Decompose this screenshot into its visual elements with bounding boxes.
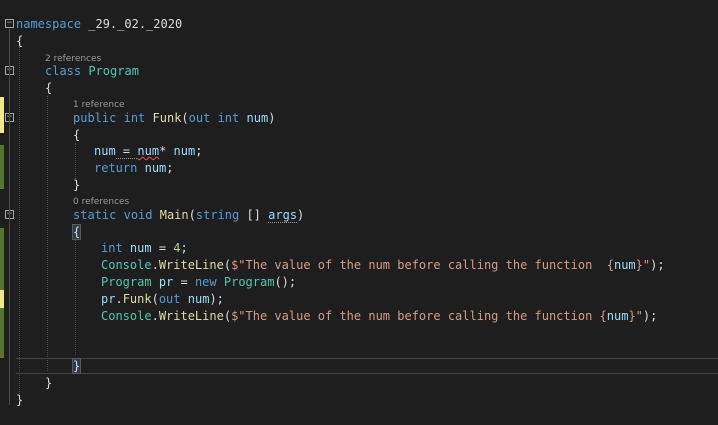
keyword: static [73,208,117,222]
change-indicator-saved [0,228,4,290]
punctuation: ) [297,208,305,222]
matching-brace: } [71,358,82,374]
change-indicator-unsaved [0,290,4,308]
variable: pr [158,275,174,289]
method-name: WriteLine [158,309,224,323]
variable: num [94,144,116,158]
punctuation: ( [151,292,159,306]
code-line-main-signature[interactable]: static void Main(string [] args) [73,207,304,224]
change-indicator-saved [0,145,4,189]
code-line-namespace[interactable]: namespace _29._02._2020 [16,16,182,33]
code-line-brace[interactable]: { [71,224,82,241]
code-line-funk-signature[interactable]: public int Funk(out int num) [73,110,275,127]
keyword: class [45,64,82,78]
code-line-assignment[interactable]: num = num* num; [94,143,202,160]
indent-guide [19,44,20,400]
punctuation: ; [195,144,203,158]
code-line-class[interactable]: class Program [45,63,139,80]
class-name: Console [101,258,152,272]
variable: num [613,258,636,272]
variable: num [606,309,629,323]
punctuation: . [151,258,159,272]
punctuation: ( [188,208,196,222]
punctuation: [] [239,208,269,222]
variable: num [187,292,210,306]
collapse-namespace-icon[interactable]: − [5,19,14,28]
code-line-brace[interactable]: { [16,33,23,50]
code-editor[interactable]: − − − − namespace _29._02._2020 { 2 refe… [0,0,718,425]
punctuation: ); [642,309,658,323]
string-literal: }" [635,258,651,272]
code-line-writeline[interactable]: Console.WriteLine($"The value of the num… [101,308,657,325]
current-line-highlight [16,358,718,374]
punctuation: . [115,292,123,306]
operator: = [115,144,138,159]
indent-guide [47,96,48,371]
method-name: Main [159,208,189,222]
punctuation: (); [274,275,297,289]
change-indicator-unsaved [0,97,4,133]
keyword: public [73,111,117,125]
keyword: new [194,275,217,289]
keyword: namespace [16,17,82,31]
punctuation: ) [268,111,276,125]
variable-error: num [137,144,160,158]
string-literal: $"The value of the num before calling th… [231,309,607,323]
code-line-brace-current[interactable]: } [71,358,82,375]
punctuation: ); [650,258,665,272]
operator: * [159,144,174,158]
parameter: num [246,111,269,125]
keyword: out [188,111,211,125]
number-literal: 4 [173,241,181,255]
variable: num [144,161,167,175]
indent-guide [75,240,76,355]
punctuation: ( [223,258,232,272]
method-name: Funk [152,111,182,125]
code-line-declaration[interactable]: int num = 4; [101,240,188,257]
keyword: string [195,208,240,222]
punctuation: ; [180,241,188,255]
code-line-writeline[interactable]: Console.WriteLine($"The value of the num… [101,257,665,274]
class-name: Program [88,64,139,78]
code-line-new-program[interactable]: Program pr = new Program(); [101,274,296,291]
operator: = [151,241,174,255]
matching-brace: { [71,224,82,240]
punctuation: ( [181,111,189,125]
code-line-brace[interactable]: } [45,375,52,392]
punctuation: . [151,309,159,323]
keyword: int [123,111,146,125]
punctuation: ( [223,309,232,323]
keyword: int [101,241,123,255]
namespace-name: _29._02._2020 [81,17,183,31]
punctuation: ); [209,292,224,306]
keyword: out [158,292,181,306]
variable: num [129,241,152,255]
punctuation: ; [166,161,174,175]
keyword: int [217,111,240,125]
operator: = [173,275,195,289]
code-line-return[interactable]: return num; [94,160,174,177]
method-name: Funk [122,292,152,306]
code-line-brace[interactable]: { [73,127,80,144]
class-name: Program [223,275,275,289]
code-line-brace[interactable]: { [45,80,52,97]
code-line-brace[interactable]: } [16,392,23,409]
keyword: return [94,161,138,175]
fold-line [9,29,10,405]
variable: pr [101,292,116,306]
keyword: void [123,208,153,222]
indent-guide [75,143,76,179]
code-line-funk-call[interactable]: pr.Funk(out num); [101,291,224,308]
class-name: Program [101,275,152,289]
string-literal: $"The value of the num before calling th… [231,258,614,272]
change-indicator-saved [0,308,4,358]
method-name: WriteLine [158,258,224,272]
code-line-brace[interactable]: } [73,177,80,194]
variable: num [173,144,196,158]
parameter: args [268,208,298,223]
string-literal: }" [628,309,643,323]
class-name: Console [101,309,152,323]
